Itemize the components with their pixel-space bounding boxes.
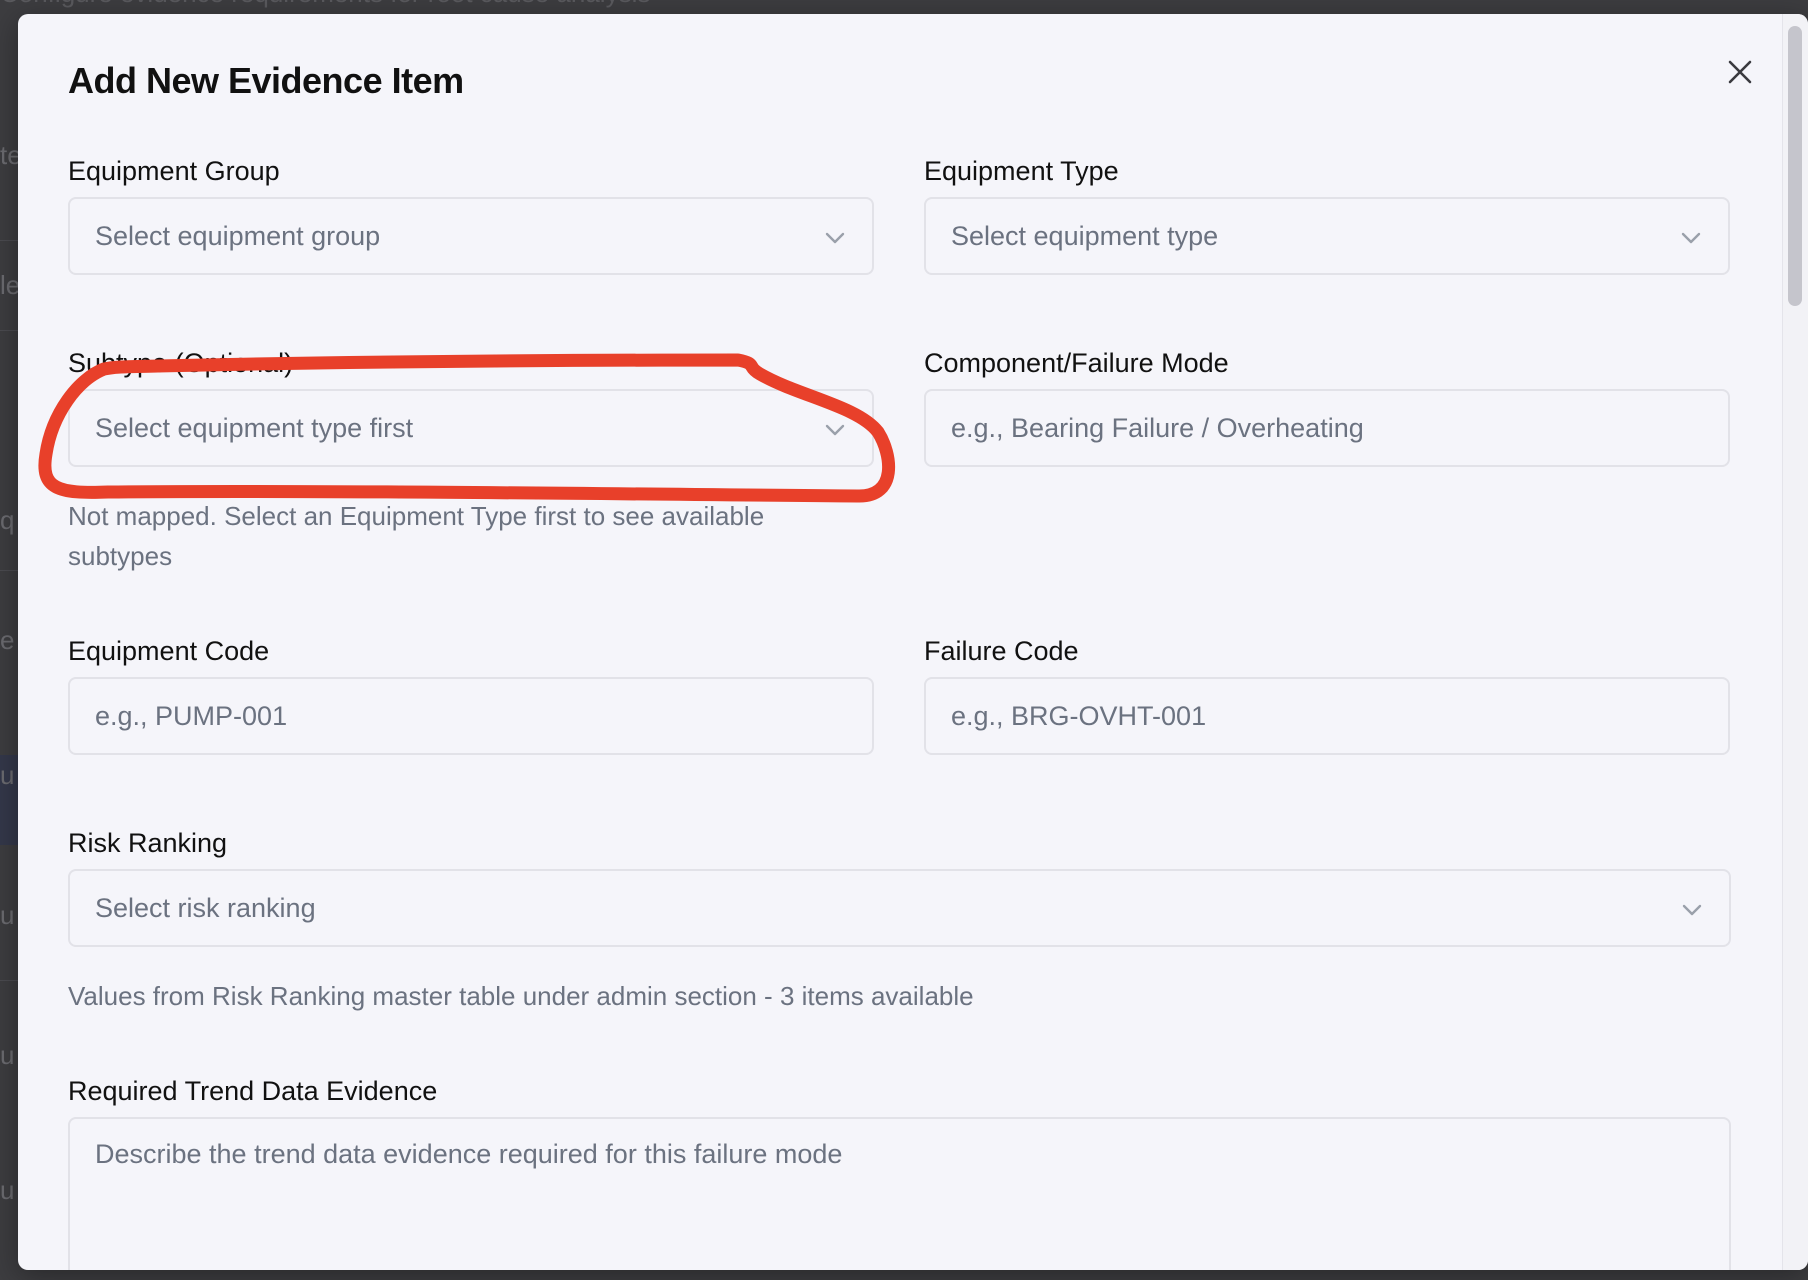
equipment-type-label: Equipment Type bbox=[924, 156, 1119, 186]
background-edge-text: q bbox=[0, 505, 15, 535]
background-divider bbox=[0, 570, 18, 571]
background-divider bbox=[0, 240, 18, 241]
risk-ranking-placeholder: Select risk ranking bbox=[95, 892, 316, 923]
failure-code-input[interactable]: e.g., BRG-OVHT-001 bbox=[924, 677, 1730, 755]
trend-data-label: Required Trend Data Evidence bbox=[68, 1076, 438, 1106]
risk-ranking-helper-text: Values from Risk Ranking master table un… bbox=[68, 981, 974, 1011]
background-edge-text: u bbox=[0, 1040, 15, 1070]
subtype-label: Subtype (Optional) bbox=[68, 348, 294, 378]
risk-ranking-label: Risk Ranking bbox=[68, 828, 228, 858]
chevron-down-icon bbox=[825, 232, 845, 244]
close-button[interactable] bbox=[1718, 50, 1762, 94]
trend-data-textarea[interactable]: Describe the trend data evidence require… bbox=[68, 1117, 1731, 1270]
equipment-type-placeholder: Select equipment type bbox=[951, 220, 1219, 251]
risk-ranking-select[interactable]: Select risk ranking bbox=[68, 869, 1731, 947]
failure-code-placeholder: e.g., BRG-OVHT-001 bbox=[951, 700, 1207, 731]
add-evidence-modal: Add New Evidence Item Equipment Group Se… bbox=[18, 14, 1808, 1270]
background-edge-text: le bbox=[0, 270, 18, 300]
background-edge-text: te bbox=[0, 140, 18, 170]
chevron-down-icon bbox=[1681, 232, 1701, 244]
equipment-type-select[interactable]: Select equipment type bbox=[924, 197, 1730, 275]
equipment-code-placeholder: e.g., PUMP-001 bbox=[95, 700, 288, 731]
chevron-down-icon bbox=[1682, 904, 1702, 916]
component-failure-mode-label: Component/Failure Mode bbox=[924, 348, 1229, 378]
background-edge-text: e bbox=[0, 625, 15, 655]
equipment-group-select[interactable]: Select equipment group bbox=[68, 197, 874, 275]
modal-scrollbar[interactable] bbox=[1782, 14, 1808, 1270]
background-divider bbox=[0, 330, 18, 331]
failure-code-label: Failure Code bbox=[924, 636, 1079, 666]
equipment-code-input[interactable]: e.g., PUMP-001 bbox=[68, 677, 874, 755]
subtype-helper-text: Not mapped. Select an Equipment Type fir… bbox=[68, 501, 765, 571]
background-edge-text: u bbox=[0, 900, 15, 930]
modal-scrollbar-thumb[interactable] bbox=[1788, 26, 1802, 306]
equipment-group-label: Equipment Group bbox=[68, 156, 280, 186]
close-icon bbox=[1728, 60, 1752, 84]
equipment-code-label: Equipment Code bbox=[68, 636, 270, 666]
background-edge-text: u bbox=[0, 1175, 15, 1205]
chevron-down-icon bbox=[825, 424, 845, 436]
background-edge-text: u bbox=[0, 760, 15, 790]
trend-data-placeholder: Describe the trend data evidence require… bbox=[95, 1139, 843, 1169]
background-divider bbox=[0, 980, 18, 981]
background-page-heading: Configure evidence requirements for root… bbox=[0, 0, 650, 9]
equipment-group-placeholder: Select equipment group bbox=[95, 220, 381, 251]
subtype-select[interactable]: Select equipment type first bbox=[68, 389, 874, 467]
subtype-placeholder: Select equipment type first bbox=[95, 412, 414, 443]
modal-title: Add New Evidence Item bbox=[68, 60, 464, 101]
component-failure-mode-placeholder: e.g., Bearing Failure / Overheating bbox=[951, 412, 1364, 443]
component-failure-mode-input[interactable]: e.g., Bearing Failure / Overheating bbox=[924, 389, 1730, 467]
